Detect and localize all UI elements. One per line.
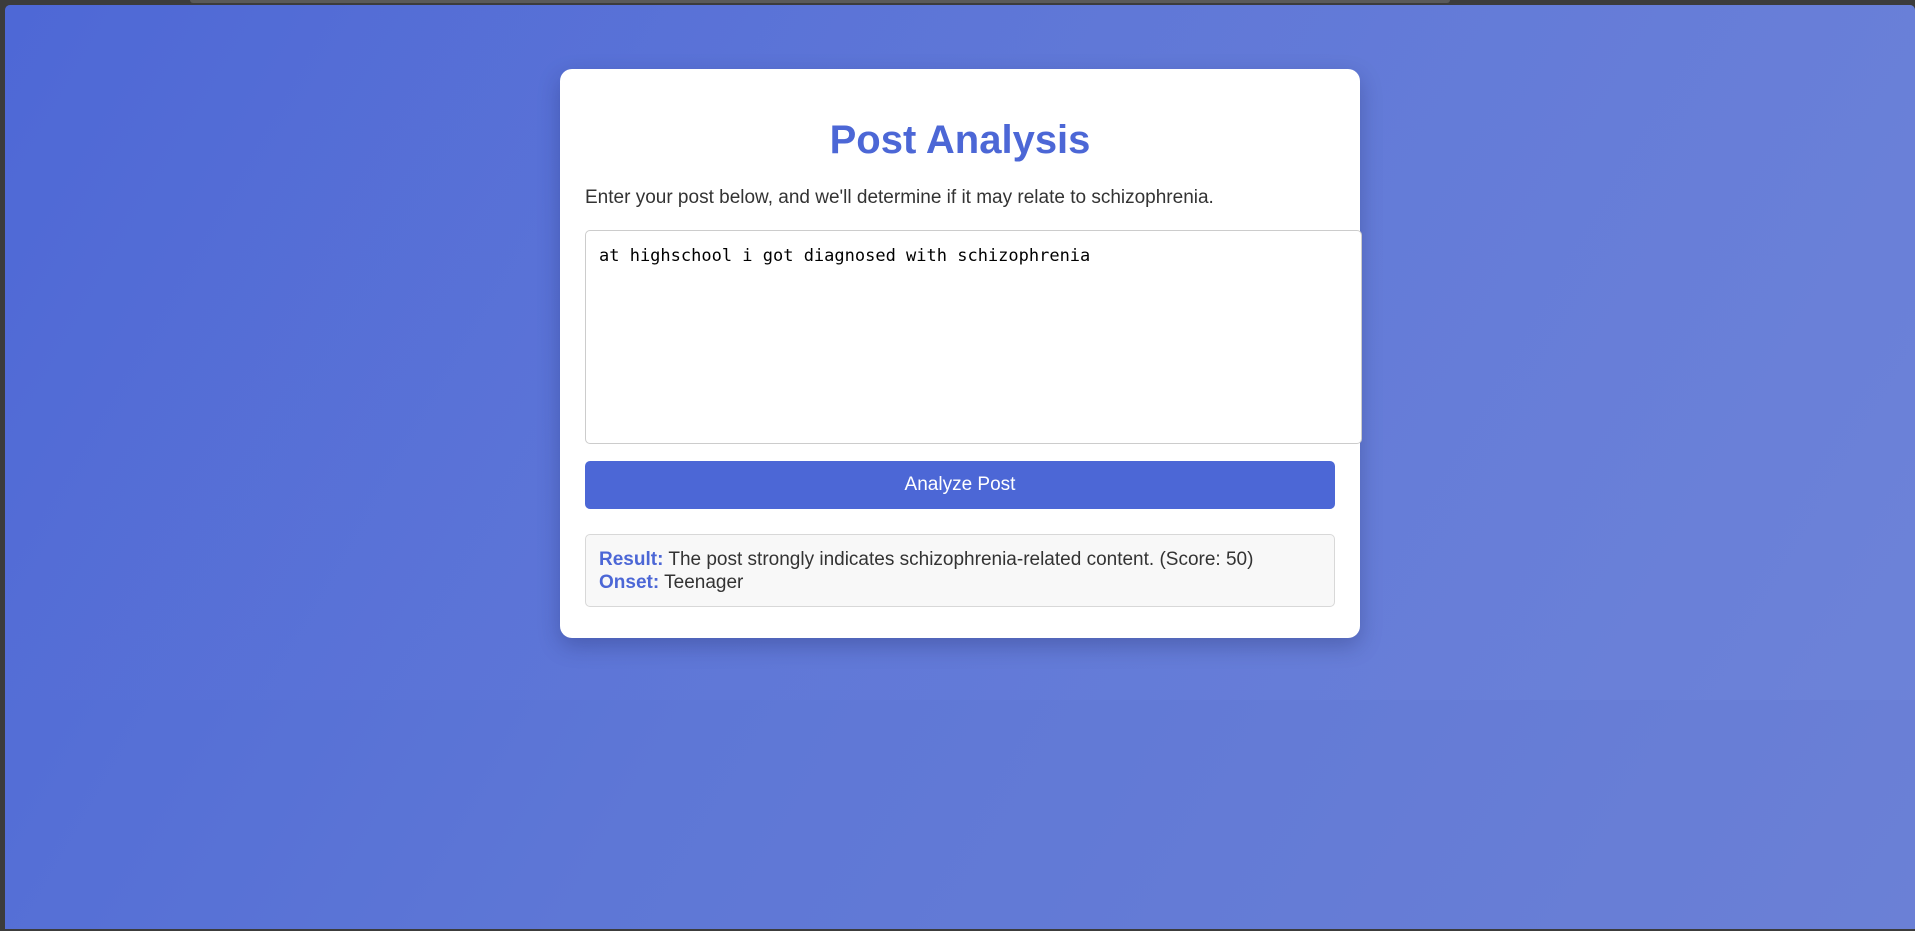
browser-top-strip: [190, 0, 1450, 3]
result-text: The post strongly indicates schizophreni…: [668, 549, 1254, 570]
page-subtitle: Enter your post below, and we'll determi…: [585, 187, 1214, 208]
onset-line: Onset: Teenager: [599, 571, 1321, 594]
result-box: Result: The post strongly indicates schi…: [585, 534, 1335, 607]
analysis-card: Post Analysis Enter your post below, and…: [560, 69, 1362, 638]
page-title: Post Analysis: [829, 118, 1091, 162]
page-viewport: Post Analysis Enter your post below, and…: [5, 5, 1915, 929]
result-line: Result: The post strongly indicates schi…: [599, 548, 1321, 571]
post-input[interactable]: at highschool i got diagnosed with schiz…: [585, 230, 1362, 444]
analyze-post-button[interactable]: Analyze Post: [585, 461, 1335, 509]
result-label: Result:: [599, 549, 664, 570]
onset-label: Onset:: [599, 572, 660, 593]
onset-text: Teenager: [664, 572, 744, 593]
